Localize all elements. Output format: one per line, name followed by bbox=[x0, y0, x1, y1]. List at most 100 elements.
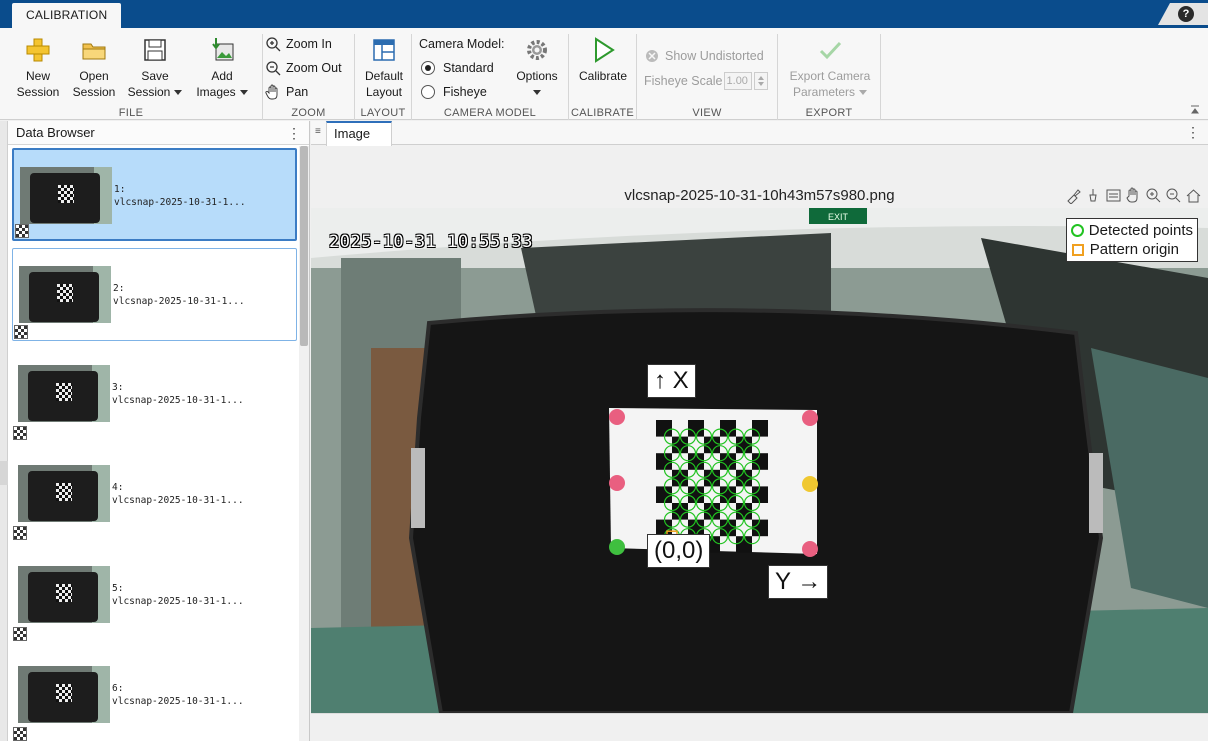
export-section-label: EXPORT bbox=[805, 107, 853, 119]
pan-button[interactable]: Pan bbox=[265, 82, 308, 102]
pin-mid-left bbox=[609, 475, 625, 491]
export-camera-parameters-button[interactable]: Export Camera Parameters bbox=[782, 36, 878, 100]
checker-square bbox=[736, 469, 752, 487]
thumbnail-image bbox=[19, 266, 111, 323]
fisheye-scale-input[interactable]: 1.00 bbox=[723, 72, 752, 90]
checker-square bbox=[752, 519, 768, 537]
checker-square bbox=[672, 503, 688, 520]
calibrate-button[interactable]: Calibrate bbox=[575, 36, 631, 84]
checker-square bbox=[704, 436, 720, 454]
chevron-down-icon bbox=[174, 90, 183, 96]
tab-calibration[interactable]: CALIBRATION bbox=[12, 3, 122, 28]
view-section: Show Undistorted Fisheye Scale 1.00 VIEW bbox=[637, 34, 778, 120]
exit-sign-text: EXIT bbox=[828, 212, 849, 222]
scrollbar-thumb[interactable] bbox=[300, 146, 308, 346]
hand-pan-icon bbox=[265, 84, 278, 100]
file-section-label: FILE bbox=[118, 107, 144, 119]
layout-icon bbox=[373, 39, 395, 61]
checkerboard-icon bbox=[13, 727, 27, 741]
checker-square bbox=[736, 503, 752, 520]
thumbnail-number: 5: bbox=[112, 583, 124, 594]
list-item[interactable]: 4: vlcsnap-2025-10-31-1... bbox=[12, 448, 297, 541]
new-session-icon bbox=[26, 38, 50, 62]
standard-radio[interactable]: Standard bbox=[421, 58, 494, 78]
image-tab-strip: ≡ Image ⋮ bbox=[311, 121, 1208, 146]
axes-toolbar bbox=[1065, 187, 1202, 204]
zoom-in-button[interactable]: Zoom In bbox=[265, 34, 332, 54]
detected-points-marker-icon bbox=[1070, 224, 1084, 237]
view-section-label: VIEW bbox=[692, 107, 722, 119]
restore-view-icon[interactable] bbox=[1105, 187, 1122, 204]
zoom-in-icon[interactable] bbox=[1145, 187, 1162, 204]
brush-icon[interactable] bbox=[1065, 187, 1082, 204]
spinner-up-icon bbox=[757, 76, 764, 80]
chevron-down-icon bbox=[859, 90, 868, 96]
show-undistorted-button[interactable]: Show Undistorted bbox=[644, 46, 764, 66]
checker-square bbox=[752, 453, 768, 470]
thumbnail-name: vlcsnap-2025-10-31-1... bbox=[113, 296, 245, 307]
fisheye-scale-spinner[interactable] bbox=[753, 72, 768, 90]
calibrate-section-label: CALIBRATE bbox=[570, 107, 634, 119]
save-session-button[interactable]: Save Session bbox=[124, 36, 186, 100]
thumbnail-image bbox=[20, 167, 112, 224]
more-options-icon[interactable]: ⋮ bbox=[1186, 124, 1200, 141]
calibrate-section: Calibrate CALIBRATE bbox=[569, 34, 637, 120]
calibration-image-view[interactable]: EXIT 2025-10-31 10:55:33 Detected points… bbox=[311, 208, 1208, 713]
fisheye-radio[interactable]: Fisheye bbox=[421, 82, 487, 102]
pattern-origin-marker-icon bbox=[1071, 243, 1084, 256]
home-icon[interactable] bbox=[1185, 187, 1202, 204]
app-tab-bar: CALIBRATION ? bbox=[0, 0, 1208, 28]
list-item[interactable]: 3: vlcsnap-2025-10-31-1... bbox=[12, 348, 297, 441]
board-clamp-left bbox=[411, 448, 425, 528]
thumbnail-checkerboard bbox=[56, 684, 72, 702]
data-tip-icon[interactable] bbox=[1085, 187, 1102, 204]
pin-bottom-left bbox=[609, 539, 625, 555]
checker-square bbox=[688, 453, 704, 470]
checker-square bbox=[736, 536, 752, 553]
zoom-out-icon[interactable] bbox=[1165, 187, 1182, 204]
zoom-in-icon bbox=[266, 37, 281, 52]
list-item[interactable]: 1: vlcsnap-2025-10-31-1... bbox=[12, 148, 297, 241]
export-section: Export Camera Parameters EXPORT bbox=[778, 34, 881, 120]
collapse-ribbon-icon[interactable] bbox=[1190, 105, 1200, 115]
checker-square bbox=[720, 486, 736, 503]
pan-icon[interactable] bbox=[1125, 187, 1142, 204]
options-button[interactable]: Options bbox=[512, 36, 562, 100]
open-session-button[interactable]: Open Session bbox=[70, 36, 118, 100]
save-icon bbox=[144, 39, 166, 61]
add-images-button[interactable]: Add Images bbox=[191, 36, 253, 100]
thumbnail-number: 3: bbox=[112, 382, 124, 393]
camera-model-title: Camera Model: bbox=[419, 37, 505, 51]
help-icon[interactable]: ? bbox=[1178, 6, 1194, 22]
data-browser-panel: Data Browser ⋮ 1: vlcsnap-2025-10-31-1..… bbox=[8, 121, 310, 741]
thumbnail-checkerboard bbox=[56, 584, 72, 602]
list-item[interactable]: 6: vlcsnap-2025-10-31-1... bbox=[12, 649, 297, 741]
x-axis-label: ↑ X bbox=[647, 364, 696, 398]
checker-square bbox=[656, 420, 672, 437]
vertical-scrollbar[interactable] bbox=[299, 146, 309, 741]
zoom-out-button[interactable]: Zoom Out bbox=[265, 58, 342, 78]
list-item[interactable]: 5: vlcsnap-2025-10-31-1... bbox=[12, 549, 297, 642]
file-section: New Session Open Session Save Session Ad… bbox=[0, 34, 263, 120]
list-item[interactable]: 2: vlcsnap-2025-10-31-1... bbox=[12, 248, 297, 341]
checkerboard-icon bbox=[13, 426, 27, 440]
board-clamp-right bbox=[1089, 453, 1103, 533]
radio-unselected-icon bbox=[421, 85, 435, 99]
tab-image[interactable]: Image bbox=[326, 121, 392, 146]
thumbnail-name: vlcsnap-2025-10-31-1... bbox=[112, 395, 244, 406]
add-images-icon bbox=[212, 38, 234, 61]
thumbnail-list[interactable]: 1: vlcsnap-2025-10-31-1... 2: vlcsnap-20… bbox=[8, 146, 298, 741]
data-browser-header: Data Browser ⋮ bbox=[8, 121, 309, 145]
new-session-button[interactable]: New Session bbox=[12, 36, 64, 100]
document-list-icon[interactable]: ≡ bbox=[315, 126, 321, 137]
y-axis-label: Y → bbox=[768, 565, 829, 599]
thumbnail-image bbox=[18, 365, 110, 422]
pin-top-left bbox=[609, 409, 625, 425]
legend-origin: Pattern origin bbox=[1071, 240, 1193, 259]
thumbnail-name: vlcsnap-2025-10-31-1... bbox=[112, 495, 244, 506]
more-options-icon[interactable]: ⋮ bbox=[287, 121, 301, 145]
thumbnail-number: 1: bbox=[114, 184, 126, 195]
layout-section-label: LAYOUT bbox=[360, 107, 406, 119]
default-layout-button[interactable]: Default Layout bbox=[358, 36, 410, 100]
checker-square bbox=[704, 469, 720, 487]
